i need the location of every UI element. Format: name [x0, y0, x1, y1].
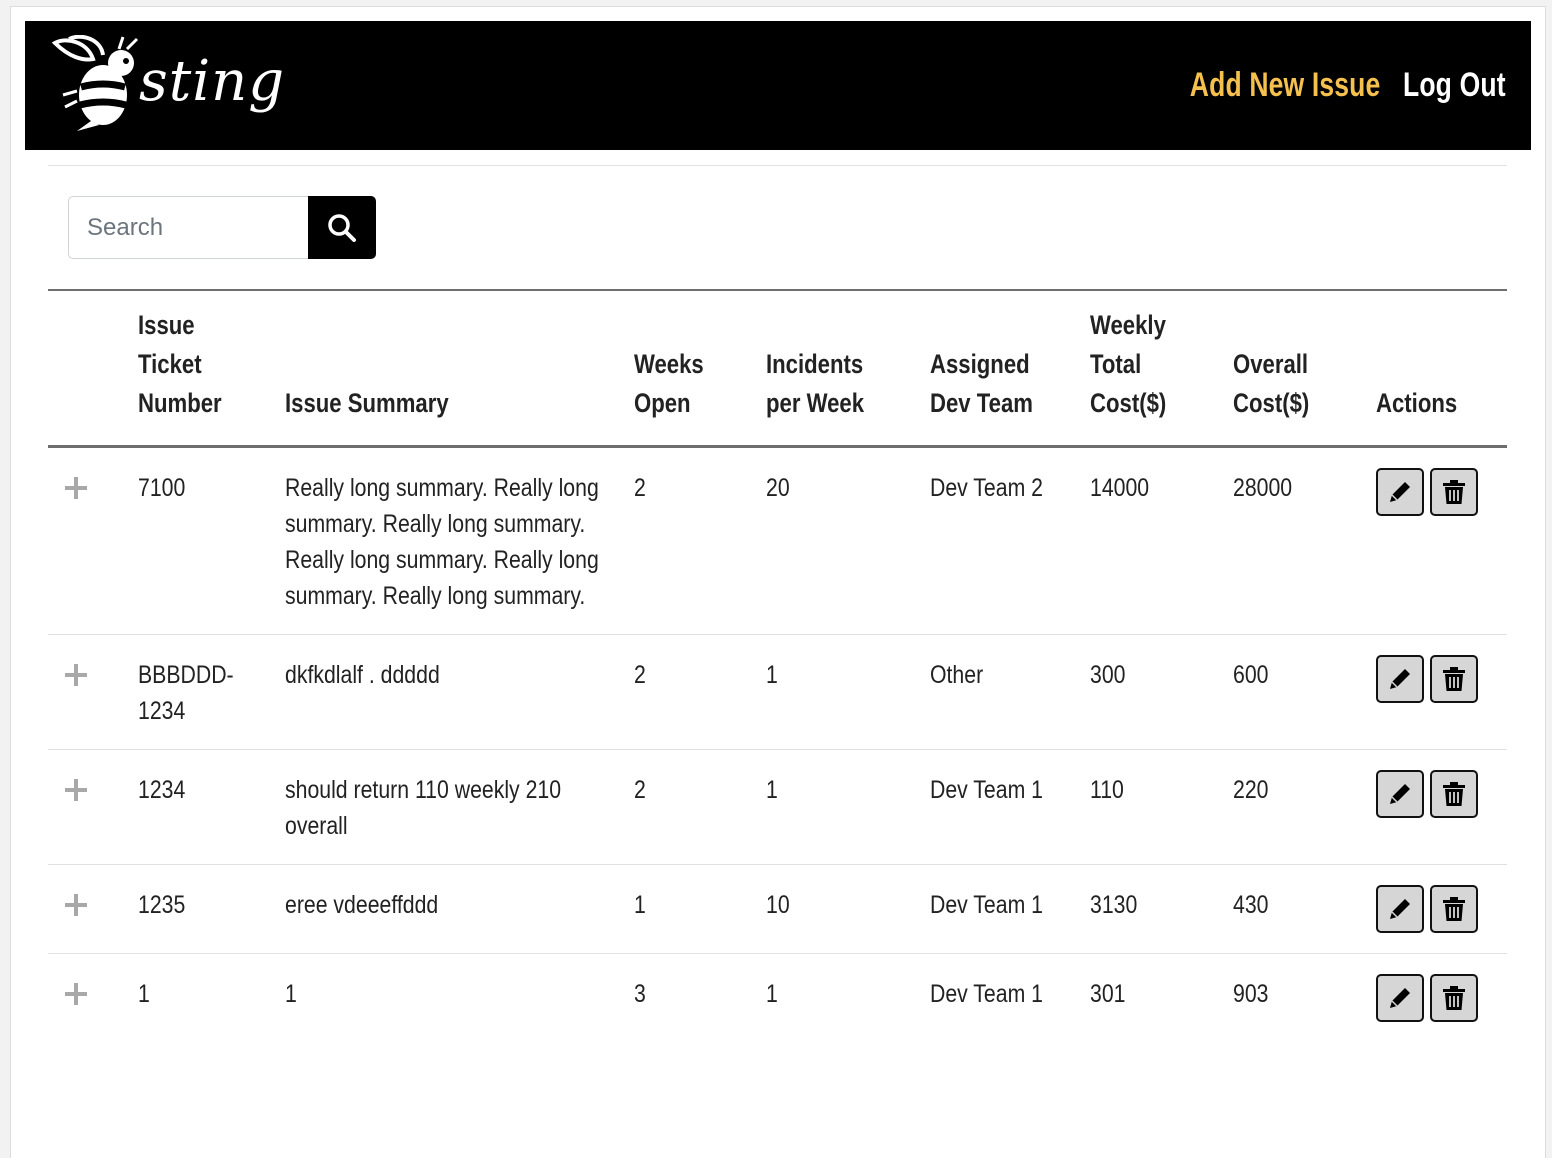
column-header-incidents[interactable]: Incidents per Week	[766, 289, 930, 448]
expand-plus-icon[interactable]	[65, 663, 87, 686]
weekly-cost-cell: 301	[1090, 979, 1126, 1008]
actions-cell	[1376, 864, 1507, 954]
add-new-issue-link[interactable]: Add New Issue	[1190, 66, 1381, 105]
team-cell: Other	[930, 634, 1090, 750]
ticket-cell: 1234	[138, 749, 285, 865]
pencil-icon	[1390, 987, 1410, 1008]
actions-cell	[1376, 749, 1507, 865]
overall-cost-cell: 28000	[1233, 446, 1376, 635]
delete-button[interactable]	[1430, 467, 1478, 516]
summary-cell: dkfkdlalf . ddddd	[285, 634, 634, 750]
overall-cost-cell: 600	[1233, 634, 1376, 750]
delete-button[interactable]	[1430, 654, 1478, 703]
delete-button[interactable]	[1430, 973, 1478, 1022]
summary-cell: 1	[285, 979, 297, 1008]
table-row: 1234 should return 110 weekly 210 overal…	[48, 749, 1507, 865]
table-header-row: Issue Ticket Number Issue Summary Weeks …	[48, 289, 1507, 448]
summary-cell: should return 110 weekly 210 overall	[285, 749, 634, 865]
column-header-summary[interactable]: Issue Summary	[285, 289, 634, 448]
table-row: BBBDDD-1234 dkfkdlalf . ddddd 2 1 Other …	[48, 634, 1507, 750]
weekly-cost-cell: 300	[1090, 634, 1233, 750]
table-row: 1 1 3 1 Dev Team 1 301 903	[48, 953, 1507, 1042]
search-bar	[68, 196, 376, 260]
incidents-cell: 1	[766, 749, 930, 865]
column-header-team[interactable]: Assigned Dev Team	[930, 289, 1090, 448]
edit-button[interactable]	[1376, 467, 1424, 516]
delete-button[interactable]	[1430, 769, 1478, 818]
delete-button[interactable]	[1430, 884, 1478, 933]
actions-cell	[1376, 634, 1507, 750]
edit-button[interactable]	[1376, 973, 1424, 1022]
incidents-cell: 10	[766, 864, 930, 954]
trash-icon	[1443, 479, 1465, 504]
overall-cost-cell: 220	[1233, 749, 1376, 865]
team-cell: Dev Team 1	[930, 979, 1043, 1008]
overall-cost-cell: 903	[1233, 979, 1269, 1008]
trash-icon	[1443, 666, 1465, 691]
summary-cell: Really long summary. Really long summary…	[285, 446, 634, 635]
column-header-overall-cost[interactable]: Overall Cost($)	[1233, 289, 1376, 448]
column-header-weekly-cost[interactable]: Weekly Total Cost($)	[1090, 289, 1233, 448]
ticket-cell: BBBDDD-1234	[138, 634, 285, 750]
trash-icon	[1443, 781, 1465, 806]
weekly-cost-cell: 3130	[1090, 864, 1233, 954]
table-body: 7100 Really long summary. Really long su…	[48, 446, 1507, 1042]
overall-cost-cell: 430	[1233, 864, 1376, 954]
table-row: 1235 eree vdeeeffddd 1 10 Dev Team 1 313…	[48, 864, 1507, 954]
column-header-weeks-open[interactable]: Weeks Open	[634, 289, 766, 448]
trash-icon	[1443, 985, 1465, 1010]
incidents-cell: 1	[766, 634, 930, 750]
ticket-cell: 1235	[138, 864, 285, 954]
weeks-open-cell: 3	[634, 979, 646, 1008]
team-cell: Dev Team 1	[930, 864, 1090, 954]
pencil-icon	[1390, 783, 1410, 804]
pencil-icon	[1390, 898, 1410, 919]
actions-cell	[1376, 953, 1507, 1042]
team-cell: Dev Team 2	[930, 446, 1090, 635]
team-cell: Dev Team 1	[930, 749, 1090, 865]
search-input[interactable]	[68, 196, 308, 259]
summary-cell: eree vdeeeffddd	[285, 864, 634, 954]
edit-button[interactable]	[1376, 769, 1424, 818]
weeks-open-cell: 2	[634, 446, 766, 635]
pencil-icon	[1390, 668, 1410, 689]
nav-links: Add New Issue Log Out	[1136, 21, 1506, 150]
weeks-open-cell: 2	[634, 634, 766, 750]
incidents-cell: 20	[766, 446, 930, 635]
incidents-cell: 1	[766, 979, 778, 1008]
edit-button[interactable]	[1376, 654, 1424, 703]
search-button[interactable]	[308, 196, 376, 259]
sting-logo[interactable]: sting	[47, 34, 284, 135]
weeks-open-cell: 2	[634, 749, 766, 865]
column-header-expand	[48, 289, 138, 448]
pencil-icon	[1390, 481, 1410, 502]
ticket-cell: 7100	[138, 446, 285, 635]
divider	[48, 165, 1507, 166]
log-out-link[interactable]: Log Out	[1403, 66, 1506, 105]
trash-icon	[1443, 896, 1465, 921]
edit-button[interactable]	[1376, 884, 1424, 933]
issues-table: Issue Ticket Number Issue Summary Weeks …	[48, 289, 1507, 1042]
table-row: 7100 Really long summary. Really long su…	[48, 446, 1507, 635]
column-header-actions: Actions	[1376, 289, 1507, 448]
expand-plus-icon[interactable]	[65, 982, 87, 1005]
search-icon	[328, 213, 356, 242]
expand-plus-icon[interactable]	[65, 476, 87, 499]
column-header-ticket[interactable]: Issue Ticket Number	[138, 289, 285, 448]
weekly-cost-cell: 14000	[1090, 446, 1233, 635]
ticket-cell: 1	[138, 979, 150, 1008]
top-navbar: sting Add New Issue Log Out	[25, 21, 1531, 150]
expand-plus-icon[interactable]	[65, 893, 87, 916]
actions-cell	[1376, 446, 1507, 635]
logo-text: sting	[139, 49, 286, 114]
weeks-open-cell: 1	[634, 864, 766, 954]
weekly-cost-cell: 110	[1090, 749, 1233, 865]
expand-plus-icon[interactable]	[65, 778, 87, 801]
